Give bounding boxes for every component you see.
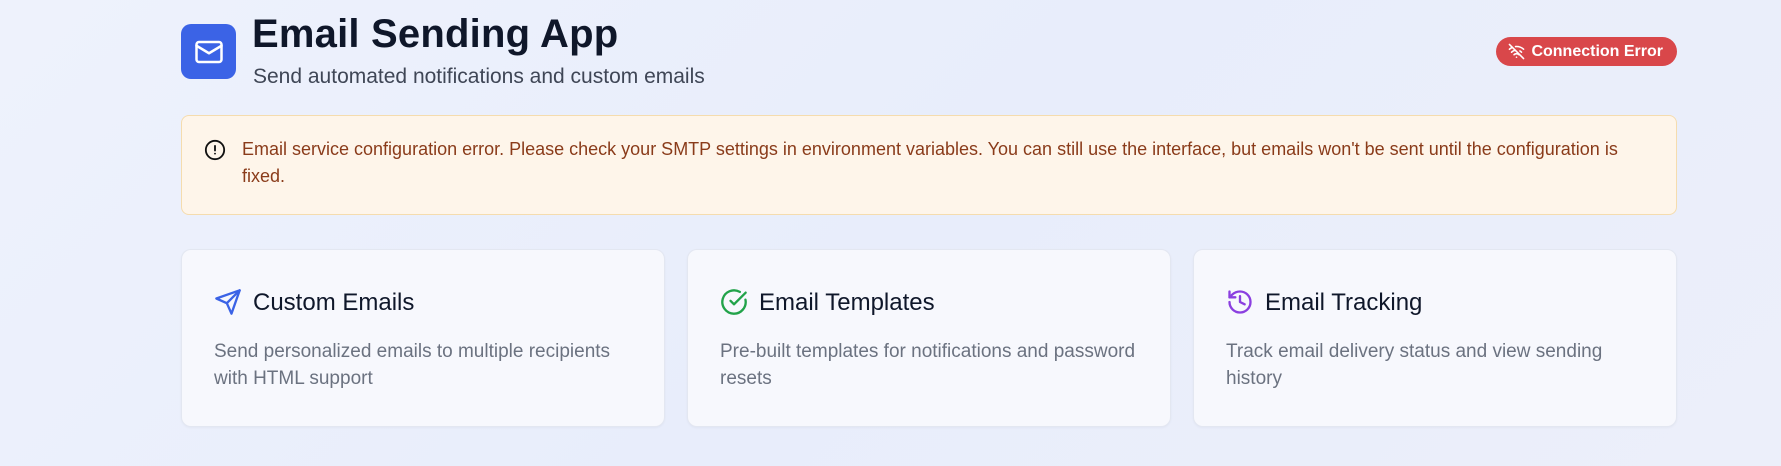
status-badge-label: Connection Error <box>1531 42 1663 60</box>
app-header: Email Sending App Send automated notific… <box>181 0 1677 100</box>
feature-card-title: Email Templates <box>759 289 935 316</box>
page-container: Email Sending App Send automated notific… <box>181 0 1677 427</box>
check-circle-icon <box>721 289 747 315</box>
feature-card-title: Custom Emails <box>253 289 415 316</box>
app-logo <box>181 24 236 79</box>
mail-icon <box>194 40 223 63</box>
feature-card-description: Track email delivery status and view sen… <box>1226 341 1603 389</box>
send-icon <box>215 289 241 315</box>
feature-card-custom-emails: Custom Emails Send personalized emails t… <box>181 249 665 427</box>
feature-card-description: Pre-built templates for notifications an… <box>720 341 1136 389</box>
feature-card-title: Email Tracking <box>1265 289 1423 316</box>
wifi-off-icon <box>1509 43 1525 60</box>
connection-status-badge: Connection Error <box>1496 37 1677 66</box>
history-icon <box>1228 290 1252 314</box>
alert-message: Email service configuration error. Pleas… <box>242 139 1618 186</box>
feature-card-email-templates: Email Templates Pre-built templates for … <box>687 249 1171 427</box>
config-error-alert: Email service configuration error. Pleas… <box>181 115 1677 215</box>
app-subtitle: Send automated notifications and custom … <box>253 65 705 88</box>
feature-card-description: Send personalized emails to multiple rec… <box>214 341 611 389</box>
alert-circle-icon <box>204 139 226 161</box>
app-title: Email Sending App <box>252 12 619 56</box>
feature-card-email-tracking: Email Tracking Track email delivery stat… <box>1193 249 1677 427</box>
